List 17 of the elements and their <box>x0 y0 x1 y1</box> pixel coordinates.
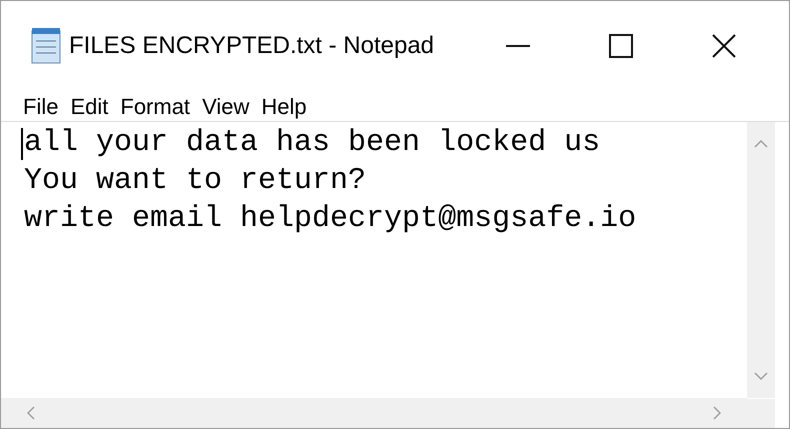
menu-item[interactable]: View <box>202 90 250 122</box>
vertical-scrollbar[interactable] <box>747 122 775 398</box>
text-line: write email helpdecrypt@msgsafe.io <box>24 201 636 238</box>
window-title: FILES ENCRYPTED.txt - Notepad <box>69 31 434 61</box>
horizontal-scrollbar[interactable] <box>1 398 747 428</box>
text-line: all your data has been locked us <box>24 125 600 162</box>
menu-item[interactable]: Edit <box>70 90 108 122</box>
text-area[interactable]: all your data has been locked us You want to return? write email helpdecrypt@msgsafe.io <box>1 122 747 398</box>
maximize-icon <box>608 34 632 58</box>
text-cursor <box>21 128 23 160</box>
close-icon <box>712 34 736 58</box>
menu-item[interactable]: Format <box>120 90 190 122</box>
menu-item[interactable]: Help <box>261 90 307 122</box>
minimize-icon <box>506 45 530 47</box>
notepad-icon <box>29 27 63 65</box>
text-line: You want to return? <box>24 163 366 200</box>
menu-item[interactable]: File <box>23 90 58 122</box>
